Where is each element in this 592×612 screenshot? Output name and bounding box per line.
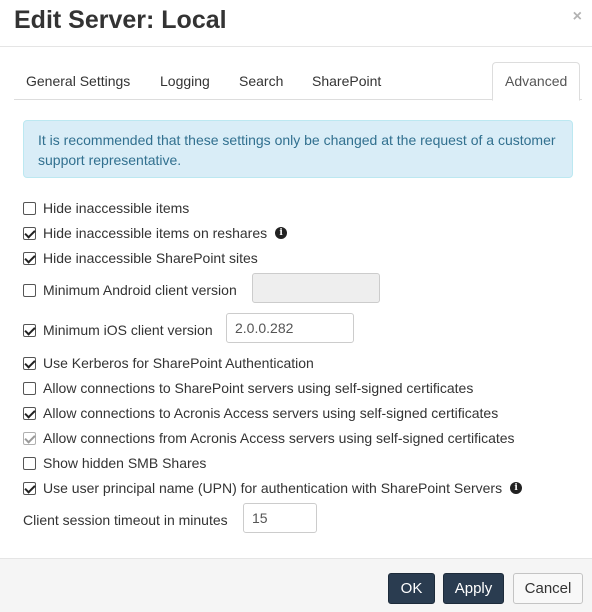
option-use-upn[interactable]: Use user principal name (UPN) for authen… bbox=[23, 478, 523, 498]
checkbox[interactable] bbox=[23, 251, 36, 265]
tab-bar: General Settings Logging Search SharePoi… bbox=[14, 62, 582, 101]
close-icon[interactable]: × bbox=[573, 8, 582, 26]
checkbox[interactable] bbox=[23, 406, 36, 420]
option-label: Allow connections to Acronis Access serv… bbox=[43, 405, 499, 421]
tab-sharepoint[interactable]: SharePoint bbox=[312, 62, 381, 100]
tab-search[interactable]: Search bbox=[239, 62, 283, 100]
option-allow-from-acronis-self-signed: Allow connections from Acronis Access se… bbox=[23, 428, 515, 448]
option-use-kerberos[interactable]: Use Kerberos for SharePoint Authenticati… bbox=[23, 353, 314, 373]
info-circle-icon[interactable]: i bbox=[275, 227, 288, 239]
checkbox[interactable] bbox=[23, 381, 36, 395]
ok-button[interactable]: OK bbox=[388, 573, 435, 604]
checkbox[interactable] bbox=[23, 481, 36, 495]
option-label: Use user principal name (UPN) for authen… bbox=[43, 480, 503, 496]
timeout-input[interactable]: 15 bbox=[243, 503, 317, 533]
apply-button[interactable]: Apply bbox=[443, 573, 504, 604]
checkbox bbox=[23, 431, 36, 445]
checkbox[interactable] bbox=[23, 283, 36, 297]
option-label: Minimum iOS client version bbox=[43, 322, 213, 338]
android-version-input[interactable] bbox=[252, 273, 380, 303]
option-hide-inaccessible-sharepoint-sites[interactable]: Hide inaccessible SharePoint sites bbox=[23, 248, 258, 268]
timeout-row: Client session timeout in minutes bbox=[23, 510, 228, 530]
tab-general-settings[interactable]: General Settings bbox=[26, 62, 130, 100]
checkbox[interactable] bbox=[23, 226, 36, 240]
option-label: Use Kerberos for SharePoint Authenticati… bbox=[43, 355, 314, 371]
tab-advanced[interactable]: Advanced bbox=[492, 62, 581, 101]
option-hide-inaccessible-items[interactable]: Hide inaccessible items bbox=[23, 198, 189, 218]
option-label: Hide inaccessible items bbox=[43, 200, 190, 216]
checkbox[interactable] bbox=[23, 356, 36, 370]
timeout-label: Client session timeout in minutes bbox=[23, 512, 228, 528]
checkbox[interactable] bbox=[23, 456, 36, 470]
option-allow-to-acronis-self-signed[interactable]: Allow connections to Acronis Access serv… bbox=[23, 403, 498, 423]
option-hide-inaccessible-items-on-reshares[interactable]: Hide inaccessible items on reshares i bbox=[23, 223, 288, 243]
checkbox[interactable] bbox=[23, 201, 36, 215]
option-label: Hide inaccessible SharePoint sites bbox=[43, 250, 258, 266]
option-label: Minimum Android client version bbox=[43, 282, 237, 298]
info-alert: It is recommended that these settings on… bbox=[23, 120, 573, 178]
dialog-footer: OK Apply Cancel bbox=[0, 558, 592, 612]
option-label: Hide inaccessible items on reshares bbox=[43, 225, 268, 241]
ios-version-input[interactable]: 2.0.0.282 bbox=[226, 313, 354, 343]
info-circle-icon[interactable]: i bbox=[510, 482, 523, 494]
option-allow-sharepoint-self-signed[interactable]: Allow connections to SharePoint servers … bbox=[23, 378, 473, 398]
option-label: Allow connections from Acronis Access se… bbox=[43, 430, 515, 446]
option-label: Allow connections to SharePoint servers … bbox=[43, 380, 474, 396]
option-minimum-ios-version[interactable]: Minimum iOS client version bbox=[23, 320, 213, 340]
option-minimum-android-version[interactable]: Minimum Android client version bbox=[23, 280, 237, 300]
option-show-hidden-smb-shares[interactable]: Show hidden SMB Shares bbox=[23, 453, 206, 473]
checkbox[interactable] bbox=[23, 323, 36, 337]
option-label: Show hidden SMB Shares bbox=[43, 455, 207, 471]
tab-logging[interactable]: Logging bbox=[160, 62, 210, 100]
dialog-title: Edit Server: Local bbox=[14, 6, 227, 34]
dialog-header: Edit Server: Local × bbox=[0, 0, 592, 47]
cancel-button[interactable]: Cancel bbox=[513, 573, 583, 604]
